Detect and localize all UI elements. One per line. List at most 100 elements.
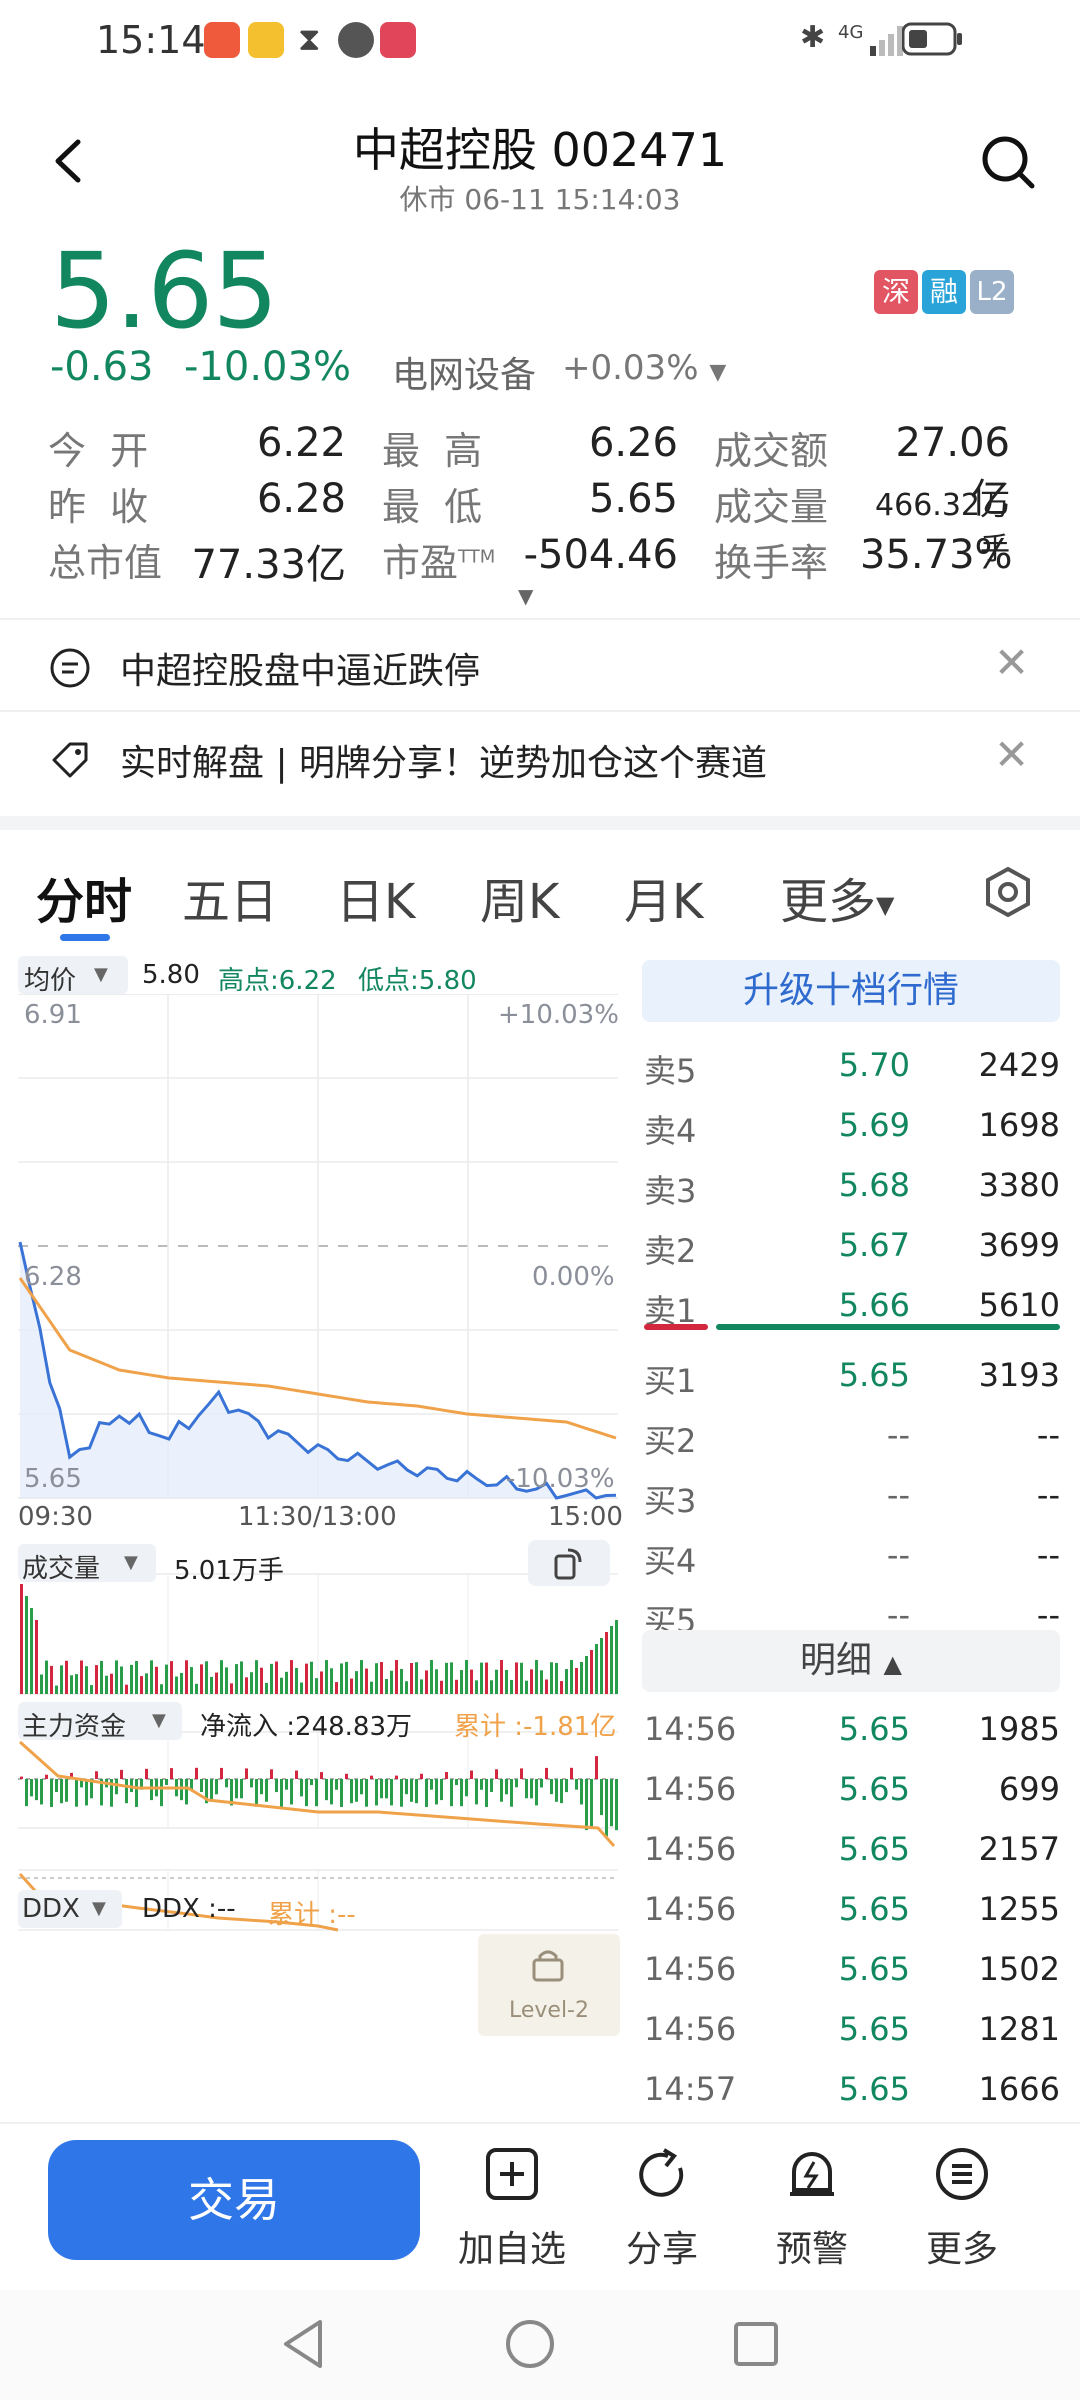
add-watchlist-button[interactable]: 加自选 — [452, 2140, 572, 2270]
volume-bar — [140, 1676, 143, 1694]
nav-home-icon[interactable] — [504, 2318, 556, 2370]
expand-stats-icon[interactable]: ▼ — [518, 584, 533, 608]
volume-bar — [190, 1667, 193, 1694]
volume-bar — [465, 1660, 468, 1694]
price-change: -0.63 — [50, 344, 154, 390]
volume-bar — [265, 1682, 268, 1694]
tab-five-day[interactable]: 五日 — [182, 862, 278, 932]
trade-button[interactable]: 交易 — [48, 2140, 420, 2260]
buy-strength-bar — [644, 1324, 708, 1330]
volume-bar — [425, 1670, 428, 1694]
volume-bar — [455, 1679, 458, 1694]
capital-bar — [355, 1779, 358, 1802]
level2-lock-overlay[interactable]: Level-2 — [478, 1934, 620, 2036]
network-label: 4G — [838, 22, 864, 43]
more-button[interactable]: 更多 — [902, 2140, 1022, 2270]
sector-name[interactable]: 电网设备 — [392, 346, 536, 398]
volume-bar — [215, 1672, 218, 1694]
ddx-cumulative: 累计 :-- — [268, 1900, 356, 1930]
open-label: 今 开 — [48, 429, 155, 473]
bid-row: 买1 5.65 3193 — [644, 1356, 1060, 1400]
alert-button[interactable]: 预警 — [752, 2140, 872, 2270]
capital-bar — [25, 1779, 28, 1807]
tab-monthly-k[interactable]: 月K — [624, 862, 703, 932]
capital-bar — [350, 1779, 353, 1804]
header: 中超控股 002471 休市 06-11 15:14:03 — [0, 100, 1080, 220]
capital-bar — [410, 1779, 413, 1802]
high-label: 最 高 — [382, 429, 489, 473]
volume-bar — [570, 1660, 573, 1694]
capital-bar — [280, 1779, 283, 1807]
volume-bar — [325, 1660, 328, 1694]
volume-bar — [430, 1660, 433, 1694]
volume-bar — [590, 1650, 593, 1694]
capital-bar — [50, 1779, 53, 1807]
capital-bar — [385, 1779, 388, 1799]
capital-bar — [185, 1779, 188, 1805]
volume-bar — [380, 1662, 383, 1694]
volume-bar — [270, 1663, 273, 1694]
capital-bar — [585, 1779, 588, 1831]
capital-bar — [170, 1768, 173, 1779]
capital-bar — [560, 1779, 563, 1804]
trade-detail-row: 14:56 5.65 1281 — [644, 2010, 1060, 2048]
capital-bar — [120, 1769, 123, 1779]
capital-bar — [245, 1768, 248, 1779]
capital-bar — [480, 1779, 483, 1790]
volume-bar — [80, 1660, 83, 1694]
close-icon[interactable]: ✕ — [994, 730, 1029, 779]
chat-bubble-icon — [50, 648, 90, 688]
capital-bar — [310, 1779, 313, 1786]
capital-bar — [160, 1779, 163, 1807]
add-icon — [486, 2148, 538, 2200]
close-icon[interactable]: ✕ — [994, 638, 1029, 687]
volume-bar — [100, 1660, 103, 1694]
news-item[interactable]: 实时解盘 | 明牌分享！逆势加仓这个赛道 ✕ — [0, 710, 1080, 802]
volume-bar — [200, 1664, 203, 1694]
avg-price-selector[interactable]: 均价 ▼ — [18, 956, 128, 996]
volume-bar — [260, 1667, 263, 1694]
volume-bar — [365, 1668, 368, 1694]
volume-bar — [110, 1673, 113, 1694]
capital-bar — [460, 1779, 463, 1807]
capital-bar — [195, 1767, 198, 1779]
volume-bar — [420, 1679, 423, 1694]
tab-more[interactable]: 更多▼ — [780, 862, 894, 932]
market-cap-value: 77.33亿 — [191, 542, 346, 588]
section-divider — [0, 816, 1080, 830]
search-icon[interactable] — [980, 134, 1036, 190]
capital-bar — [60, 1779, 63, 1804]
capital-bar — [520, 1768, 523, 1779]
rotate-icon[interactable] — [528, 1540, 610, 1586]
tab-intraday[interactable]: 分时 — [36, 862, 132, 932]
upgrade-level10-button[interactable]: 升级十档行情 — [642, 960, 1060, 1022]
capital-bar — [285, 1779, 288, 1790]
volume-bar — [505, 1669, 508, 1694]
volume-bar — [545, 1679, 548, 1694]
volume-bar — [560, 1681, 563, 1694]
tab-weekly-k[interactable]: 周K — [480, 862, 559, 932]
detail-toggle[interactable]: 明细 ▲ — [642, 1630, 1060, 1692]
capital-bar — [55, 1779, 58, 1793]
volume-bar — [350, 1678, 353, 1694]
intraday-chart-panel[interactable]: 均价 ▼ 5.80 高点:6.22 低点:5.80 6.91 6.28 5.65… — [18, 950, 623, 2120]
volume-selector[interactable]: 成交量 ▼ — [18, 1544, 156, 1584]
ask-row: 卖2 5.67 3699 — [644, 1226, 1060, 1270]
capital-bar — [400, 1779, 403, 1807]
chart-settings-icon[interactable] — [982, 866, 1034, 918]
share-button[interactable]: 分享 — [602, 2140, 722, 2270]
volume-bar — [450, 1662, 453, 1694]
capital-selector[interactable]: 主力资金 ▼ — [18, 1702, 182, 1742]
trade-detail-row: 14:56 5.65 1985 — [644, 1710, 1060, 1748]
l2-badge: L2 — [970, 270, 1014, 314]
capital-bar — [550, 1779, 553, 1795]
nav-recents-icon[interactable] — [732, 2320, 780, 2368]
bid-row: 买2 -- -- — [644, 1416, 1060, 1460]
tab-daily-k[interactable]: 日K — [336, 862, 415, 932]
sector-change[interactable]: +0.03% ▼ — [562, 348, 726, 388]
ddx-selector[interactable]: DDX ▼ — [18, 1890, 122, 1928]
news-item[interactable]: 中超控股盘中逼近跌停 ✕ — [0, 618, 1080, 710]
nav-back-icon[interactable] — [278, 2318, 328, 2370]
volume-bar — [375, 1663, 378, 1694]
volume-bar — [320, 1671, 323, 1694]
